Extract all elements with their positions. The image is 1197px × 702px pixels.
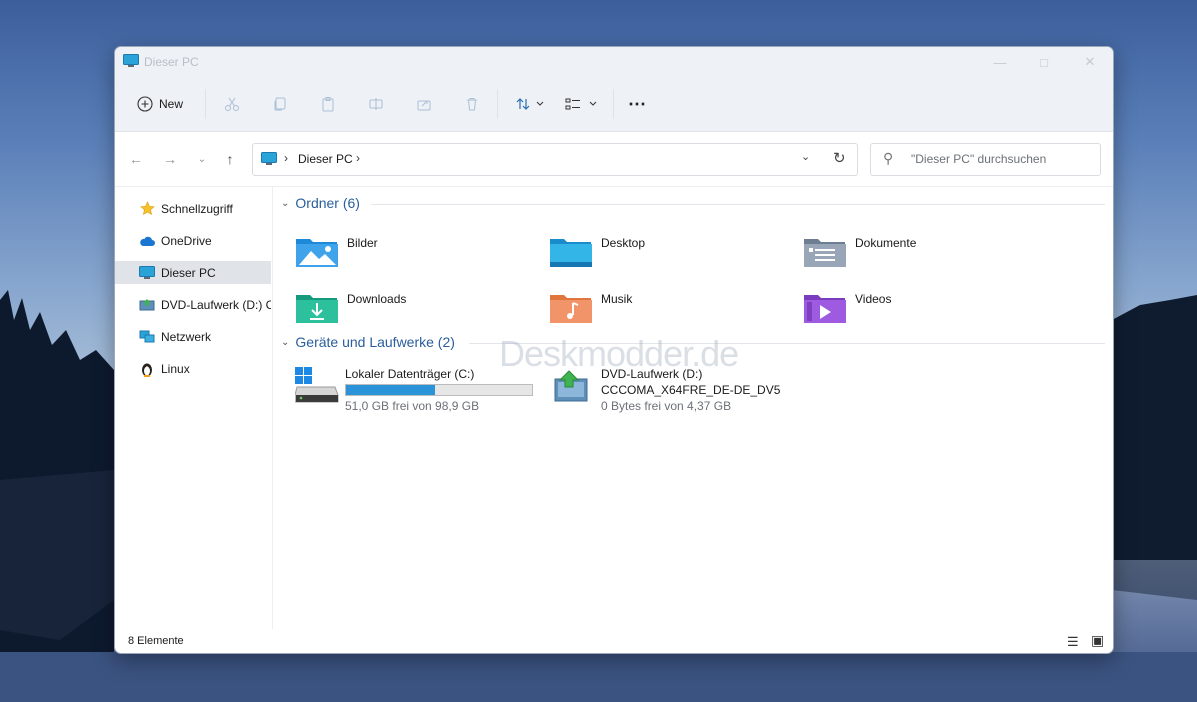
file-explorer-window: Dieser PC — □ ✕ New ⋯ ← → ⌄ ↑ › Dieser P… <box>114 46 1114 654</box>
music-folder-icon <box>550 295 592 323</box>
drive-usage-bar <box>345 384 533 396</box>
documents-folder-icon <box>804 239 846 267</box>
folder-label: Musik <box>601 292 633 306</box>
search-placeholder: "Dieser PC" durchsuchen <box>911 152 1047 166</box>
penguin-icon <box>139 361 155 377</box>
collapse-chevron-icon[interactable]: ⌄ <box>281 337 289 348</box>
sidebar-item-label: Schnellzugriff <box>161 201 233 216</box>
sidebar-item-dvd-laufwerk[interactable]: DVD-Laufwerk (D:) CCCOMA_X64FRE_DE-DE_DV… <box>115 293 271 316</box>
folder-label: Downloads <box>347 292 407 306</box>
rename-icon[interactable] <box>365 91 387 117</box>
folder-downloads[interactable]: Downloads <box>295 289 535 329</box>
breadcrumb-chevron-icon[interactable]: › <box>284 151 288 165</box>
sidebar-item-dieser-pc[interactable]: Dieser PC <box>115 261 271 284</box>
forward-arrow-icon[interactable]: → <box>159 149 181 169</box>
windows-drive-icon <box>295 367 339 403</box>
up-arrow-icon[interactable]: ↑ <box>219 149 241 169</box>
address-row: ← → ⌄ ↑ › Dieser PC › ⌄ ↻ ⚲ "Dieser PC" … <box>115 132 1113 187</box>
folder-dokumente[interactable]: Dokumente <box>803 233 1043 273</box>
title-bar: Dieser PC — □ ✕ <box>115 47 1113 77</box>
collapse-chevron-icon[interactable]: ⌄ <box>281 198 289 209</box>
pictures-folder-icon <box>296 239 338 267</box>
maximize-button[interactable]: □ <box>1021 47 1067 77</box>
details-view-icon[interactable]: ☰ <box>1067 634 1079 650</box>
folder-label: Videos <box>855 292 892 306</box>
group-header-label: Ordner (6) <box>295 195 360 211</box>
network-icon <box>139 329 155 345</box>
content-pane: ⌄ Ordner (6) Bilder Desktop Dokumente Do… <box>273 187 1113 629</box>
item-count: 8 Elemente <box>128 635 184 647</box>
new-button[interactable]: New <box>129 91 191 117</box>
monitor-icon <box>261 152 277 165</box>
sidebar-item-label: DVD-Laufwerk (D:) CCCOMA_X64FRE_DE-DE_DV… <box>161 297 271 312</box>
sidebar-item-schnellzugriff[interactable]: Schnellzugriff <box>115 197 271 220</box>
sidebar-item-label: Linux <box>161 361 190 376</box>
sidebar-item-linux[interactable]: Linux <box>115 357 271 380</box>
folder-label: Bilder <box>347 236 378 250</box>
folder-label: Desktop <box>601 236 646 250</box>
refresh-icon[interactable]: ↻ <box>833 149 846 167</box>
star-icon <box>139 201 155 217</box>
minimize-button[interactable]: — <box>977 47 1023 77</box>
paste-icon[interactable] <box>317 91 339 117</box>
folder-label: Dokumente <box>855 236 917 250</box>
copy-icon[interactable] <box>269 91 291 117</box>
search-icon: ⚲ <box>883 150 894 166</box>
group-header-label: Geräte und Laufwerke (2) <box>295 334 455 350</box>
sidebar-item-label: Netzwerk <box>161 329 212 344</box>
view-button[interactable] <box>561 91 601 117</box>
drive-volume-label: CCCOMA_X64FRE_DE-DE_DV5 <box>601 383 781 397</box>
breadcrumb-chevron-icon[interactable]: › <box>356 151 360 165</box>
breadcrumb-dieser-pc[interactable]: Dieser PC <box>298 152 353 166</box>
folder-bilder[interactable]: Bilder <box>295 233 535 273</box>
sidebar-item-label: Dieser PC <box>161 265 216 280</box>
close-button[interactable]: ✕ <box>1067 47 1113 77</box>
share-icon[interactable] <box>413 91 435 117</box>
tiles-view-icon[interactable]: ▣ <box>1091 632 1104 649</box>
search-input[interactable]: ⚲ "Dieser PC" durchsuchen <box>870 143 1101 176</box>
plus-circle-icon <box>137 96 153 112</box>
sidebar-item-label: OneDrive <box>161 233 212 248</box>
videos-folder-icon <box>804 295 846 323</box>
dvd-drive-icon <box>139 297 155 313</box>
group-header-geraete[interactable]: ⌄ Geräte und Laufwerke (2) <box>281 334 455 350</box>
drive-name: Lokaler Datenträger (C:) <box>345 367 475 381</box>
back-arrow-icon[interactable]: ← <box>125 149 147 169</box>
more-options-icon[interactable]: ⋯ <box>625 91 649 117</box>
address-bar[interactable]: › Dieser PC › ⌄ ↻ <box>252 143 858 176</box>
monitor-icon <box>123 54 139 73</box>
navigation-pane: Schnellzugriff OneDrive Dieser PC DVD-La… <box>115 187 271 629</box>
folder-videos[interactable]: Videos <box>803 289 1043 329</box>
window-title: Dieser PC <box>144 55 199 69</box>
sidebar-item-netzwerk[interactable]: Netzwerk <box>115 325 271 348</box>
folder-musik[interactable]: Musik <box>549 289 789 329</box>
new-button-label: New <box>158 97 183 111</box>
delete-icon[interactable] <box>461 91 483 117</box>
sort-button[interactable] <box>511 91 549 117</box>
group-header-ordner[interactable]: ⌄ Ordner (6) <box>281 195 360 211</box>
cut-icon[interactable] <box>221 91 243 117</box>
watermark: Deskmodder.de <box>499 333 739 374</box>
recent-locations-chevron-icon[interactable]: ⌄ <box>191 149 213 169</box>
sort-icon <box>516 98 544 110</box>
drive-free-space: 51,0 GB frei von 98,9 GB <box>345 399 480 413</box>
sidebar-item-onedrive[interactable]: OneDrive <box>115 229 271 252</box>
view-layout-icon <box>565 98 597 110</box>
desktop-folder-icon <box>550 239 592 267</box>
status-bar: 8 Elemente ☰ ▣ <box>115 629 1113 653</box>
command-bar: New ⋯ <box>115 77 1113 132</box>
folder-desktop[interactable]: Desktop <box>549 233 789 273</box>
downloads-folder-icon <box>296 295 338 323</box>
drive-free-space: 0 Bytes frei von 4,37 GB <box>601 399 732 413</box>
address-dropdown-chevron-icon[interactable]: ⌄ <box>801 150 810 163</box>
monitor-icon <box>139 265 155 281</box>
cloud-icon <box>139 233 155 249</box>
